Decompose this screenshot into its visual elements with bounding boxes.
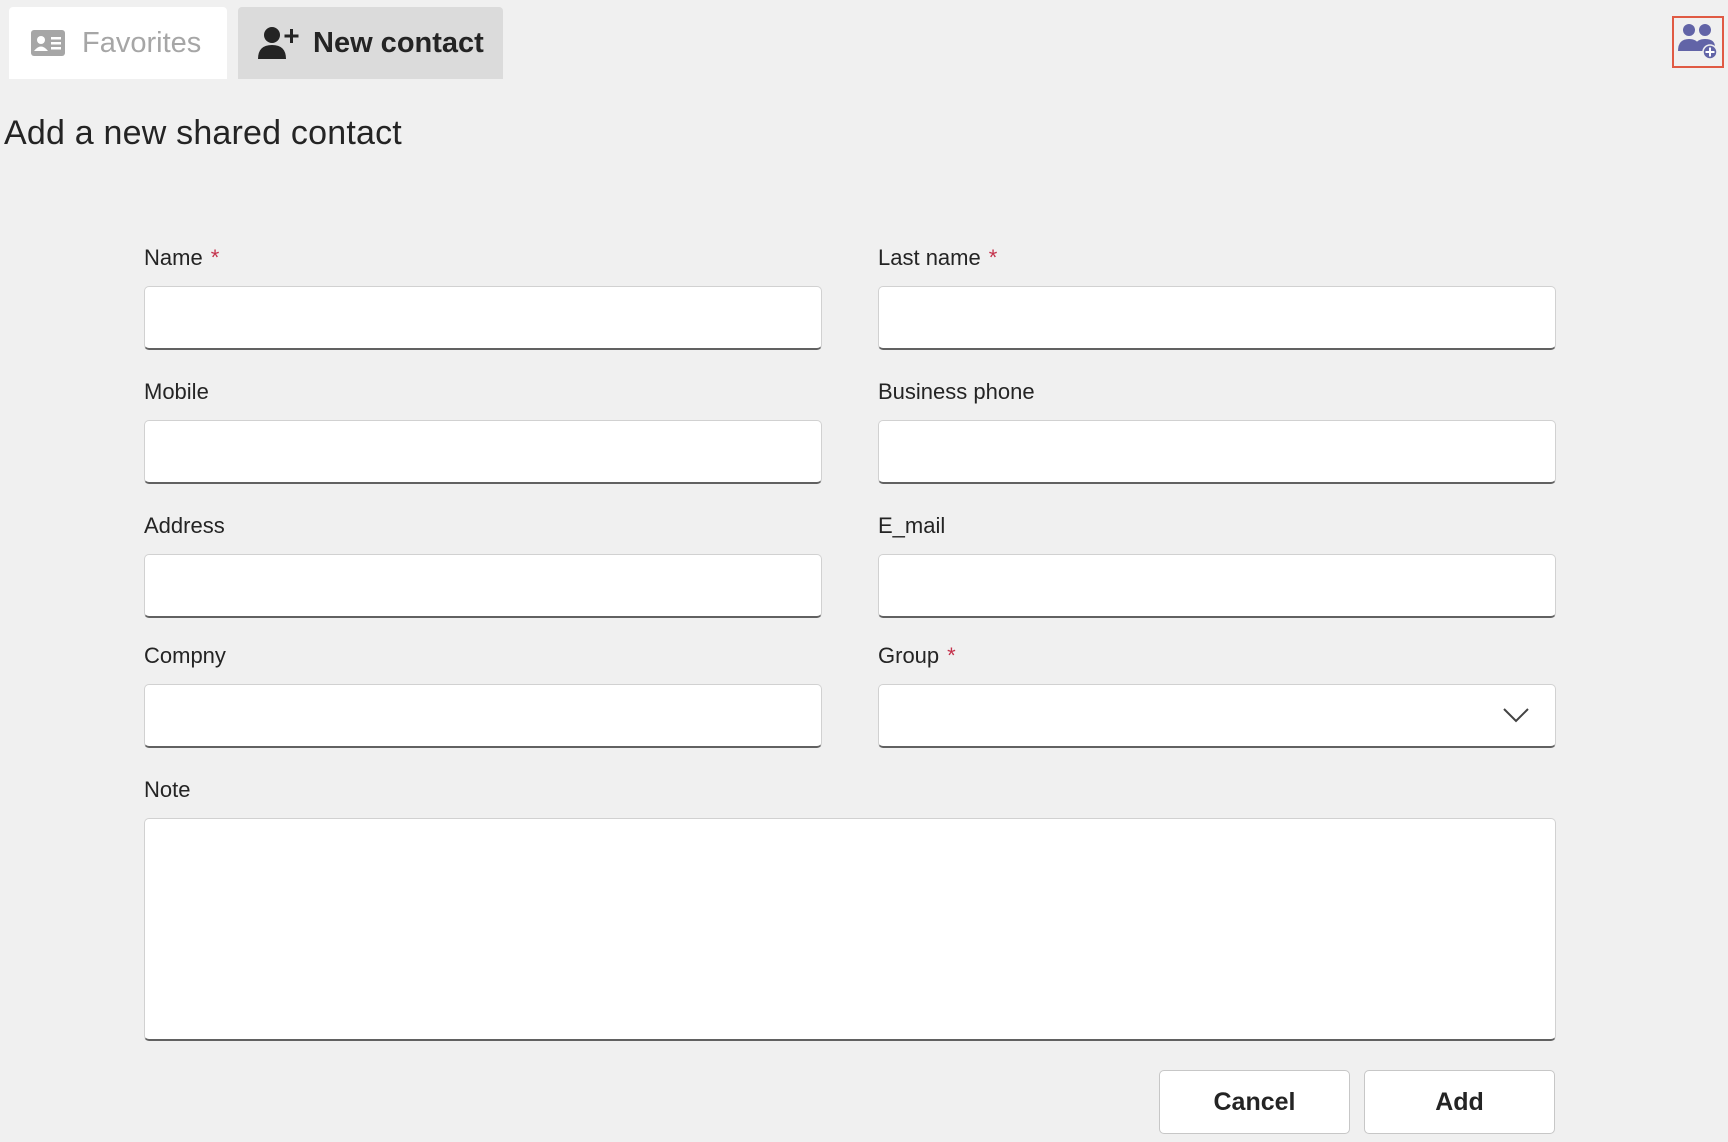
- last-name-input[interactable]: [878, 286, 1556, 350]
- tab-favorites-label: Favorites: [82, 26, 202, 59]
- cancel-button[interactable]: Cancel: [1159, 1070, 1350, 1134]
- email-input[interactable]: [878, 554, 1556, 618]
- group-label: Group *: [878, 643, 956, 669]
- last-name-label-text: Last name: [878, 245, 981, 270]
- mobile-input[interactable]: [144, 420, 822, 484]
- mobile-label: Mobile: [144, 379, 209, 404]
- required-mark: *: [988, 245, 998, 270]
- name-label-text: Name: [144, 245, 203, 270]
- group-select[interactable]: [878, 684, 1556, 748]
- note-textarea[interactable]: [144, 818, 1556, 1041]
- chevron-down-icon: [1503, 707, 1529, 728]
- contact-card-icon: [30, 29, 66, 57]
- page-title: Add a new shared contact: [4, 114, 402, 152]
- address-label: Address: [144, 513, 225, 538]
- business-phone-label: Business phone: [878, 379, 1035, 404]
- group-label-text: Group: [878, 643, 940, 668]
- person-add-icon: [257, 25, 299, 61]
- company-label: Compny: [144, 643, 226, 668]
- name-input[interactable]: [144, 286, 822, 350]
- tab-favorites[interactable]: Favorites: [9, 7, 227, 79]
- business-phone-input[interactable]: [878, 420, 1556, 484]
- required-mark: *: [210, 245, 220, 270]
- note-label: Note: [144, 777, 191, 802]
- company-input[interactable]: [144, 684, 822, 748]
- add-team-member-button[interactable]: [1672, 16, 1724, 68]
- people-add-icon: [1677, 21, 1719, 64]
- tab-new-contact-label: New contact: [313, 26, 484, 59]
- add-button[interactable]: Add: [1364, 1070, 1555, 1134]
- required-mark: *: [947, 643, 956, 668]
- tab-new-contact[interactable]: New contact: [238, 7, 503, 79]
- name-label: Name *: [144, 245, 219, 271]
- email-label: E_mail: [878, 513, 946, 538]
- address-input[interactable]: [144, 554, 822, 618]
- last-name-label: Last name *: [878, 245, 997, 271]
